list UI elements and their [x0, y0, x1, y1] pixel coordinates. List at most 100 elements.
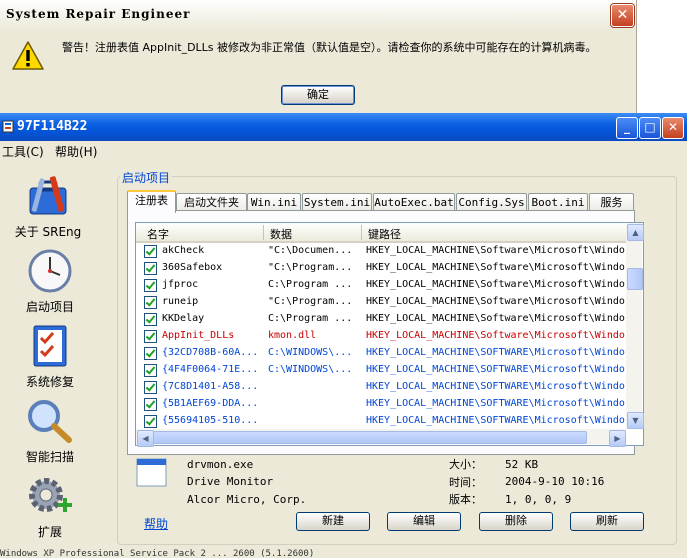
row-checkbox[interactable]	[144, 415, 157, 428]
row-checkbox[interactable]	[144, 313, 157, 326]
sidebar-item-startup[interactable]: 启动项目	[10, 248, 90, 314]
row-path: HKEY_LOCAL_MACHINE\SOFTWARE\Microsoft\Wi…	[366, 398, 628, 409]
refresh-button[interactable]: 刷新	[570, 512, 644, 531]
edit-button[interactable]: 编辑	[387, 512, 461, 531]
row-checkbox[interactable]	[144, 364, 157, 377]
maximize-icon[interactable]: □	[639, 117, 661, 139]
column-header-data[interactable]: 数据	[270, 226, 292, 242]
horizontal-scroll-thumb[interactable]	[153, 431, 587, 444]
row-path: HKEY_LOCAL_MACHINE\Software\Microsoft\Wi…	[366, 245, 628, 256]
sidebar-item-repair[interactable]: 系统修复	[10, 322, 90, 389]
status-text: Windows XP Professional Service Pack 2 .…	[0, 549, 315, 558]
row-path: HKEY_LOCAL_MACHINE\Software\Microsoft\Wi…	[366, 330, 628, 341]
sidebar-item-extend[interactable]: 扩展	[10, 473, 90, 539]
time-value: 2004-9-10 10:16	[505, 475, 605, 488]
app-icon	[2, 120, 14, 133]
row-checkbox[interactable]	[144, 381, 157, 394]
sidebar-item-about[interactable]: 关于 SREng	[8, 172, 88, 240]
magnifier-icon	[28, 400, 72, 443]
row-name: runeip	[162, 296, 199, 307]
table-row[interactable]: {4F4F0064-71E... C:\WINDOWS\... HKEY_LOCAL…	[136, 362, 628, 379]
sidebar-label-extend: 扩展	[37, 525, 62, 539]
row-name: akCheck	[162, 245, 205, 256]
table-row[interactable]: jfproc C:\Program ... HKEY_LOCAL_MACHINE\S…	[136, 277, 628, 294]
table-row[interactable]: {5B1AEF69-DDA... HKEY_LOCAL_MACHINE\SOFTW…	[136, 396, 628, 413]
row-checkbox[interactable]	[144, 347, 157, 360]
row-path: HKEY_LOCAL_MACHINE\SOFTWARE\Microsoft\Wi…	[366, 347, 628, 358]
row-path: HKEY_LOCAL_MACHINE\SOFTWARE\Microsoft\Wi…	[366, 381, 628, 392]
menu-bar	[0, 141, 687, 159]
menu-tools[interactable]: 工具(C)	[2, 143, 44, 160]
tab-autoexec-bat[interactable]: AutoExec.bat	[373, 193, 455, 211]
row-checkbox[interactable]	[144, 398, 157, 411]
alert-close-icon[interactable]: ✕	[611, 4, 634, 27]
tab-config-sys[interactable]: Config.Sys	[456, 193, 527, 211]
row-checkbox[interactable]	[144, 245, 157, 258]
table-row[interactable]: akCheck "C:\Documen... HKEY_LOCAL_MACHINE\…	[136, 243, 628, 260]
row-data: C:\Program ...	[268, 279, 353, 290]
row-name: {7C8D1401-A58...	[162, 381, 259, 392]
row-checkbox[interactable]	[144, 262, 157, 275]
row-path: HKEY_LOCAL_MACHINE\Software\Microsoft\Wi…	[366, 262, 628, 273]
close-icon[interactable]: ✕	[662, 117, 684, 139]
window-title: 97F114B22	[17, 119, 88, 134]
table-row[interactable]: runeip "C:\Program... HKEY_LOCAL_MACHINE\S…	[136, 294, 628, 311]
minimize-icon[interactable]: _	[616, 117, 638, 139]
ok-button[interactable]: 确定	[281, 85, 355, 105]
scroll-up-icon[interactable]: ▲	[627, 224, 644, 241]
tab-win-ini[interactable]: Win.ini	[247, 193, 301, 211]
column-header-path[interactable]: 键路径	[368, 226, 401, 242]
table-row[interactable]: {7C8D1401-A58... HKEY_LOCAL_MACHINE\SOFTW…	[136, 379, 628, 396]
row-name: {5B1AEF69-DDA...	[162, 398, 259, 409]
detail-description: Drive Monitor	[187, 475, 274, 488]
row-name: KKDelay	[162, 313, 205, 324]
tab-services[interactable]: 服务	[589, 193, 634, 211]
sidebar-label-repair: 系统修复	[25, 375, 74, 389]
row-data: "C:\Program...	[268, 296, 353, 307]
sidebar-label-startup: 启动项目	[25, 300, 74, 314]
new-button[interactable]: 新建	[296, 512, 370, 531]
row-path: HKEY_LOCAL_MACHINE\SOFTWARE\Microsoft\Wi…	[366, 364, 628, 375]
scroll-left-icon[interactable]: ◀	[137, 430, 154, 447]
tab-system-ini[interactable]: System.ini	[302, 193, 372, 211]
scroll-down-icon[interactable]: ▼	[627, 412, 644, 429]
checklist-icon	[33, 325, 67, 367]
table-row[interactable]: KKDelay C:\Program ... HKEY_LOCAL_MACHINE\…	[136, 311, 628, 328]
column-separator[interactable]	[361, 225, 362, 240]
row-path: HKEY_LOCAL_MACHINE\Software\Microsoft\Wi…	[366, 296, 628, 307]
table-row[interactable]: {32CD708B-60A... C:\WINDOWS\... HKEY_LOCAL…	[136, 345, 628, 362]
main-titlebar	[0, 113, 687, 141]
row-name: {32CD708B-60A...	[162, 347, 259, 358]
tab-registry[interactable]: 注册表	[127, 190, 176, 213]
group-title: 启动项目	[120, 169, 173, 186]
table-row[interactable]: AppInit_DLLs kmon.dll HKEY_LOCAL_MACHINE\S…	[136, 328, 628, 345]
alert-title: System Repair Engineer	[6, 7, 191, 21]
tab-startup-folder[interactable]: 启动文件夹	[176, 193, 247, 211]
column-header-name[interactable]: 名字	[147, 226, 169, 242]
delete-button[interactable]: 删除	[479, 512, 553, 531]
row-data: "C:\Documen...	[268, 245, 353, 256]
row-name: 360Safebox	[162, 262, 223, 273]
row-checkbox[interactable]	[144, 279, 157, 292]
column-separator[interactable]	[263, 225, 264, 240]
sidebar-item-scan[interactable]: 智能扫描	[10, 398, 90, 464]
sidebar-label-scan: 智能扫描	[25, 450, 74, 464]
clock-icon	[28, 249, 72, 293]
vertical-scroll-thumb[interactable]	[627, 268, 643, 290]
row-checkbox[interactable]	[144, 330, 157, 343]
row-name: AppInit_DLLs	[162, 330, 235, 341]
menu-help[interactable]: 帮助(H)	[55, 143, 97, 160]
gear-plus-icon	[29, 478, 72, 512]
help-link[interactable]: 帮助	[144, 515, 168, 532]
table-row[interactable]: 360Safebox "C:\Program... HKEY_LOCAL_MACHI…	[136, 260, 628, 277]
version-value: 1, 0, 0, 9	[505, 493, 572, 506]
tab-boot-ini[interactable]: Boot.ini	[528, 193, 588, 211]
row-data: C:\WINDOWS\...	[268, 364, 353, 375]
warning-icon	[12, 41, 44, 70]
row-checkbox[interactable]	[144, 296, 157, 309]
toolbox-icon	[29, 176, 67, 215]
table-row[interactable]: {55694105-510... HKEY_LOCAL_MACHINE\SOFTW…	[136, 413, 628, 430]
detail-file: drvmon.exe	[187, 458, 254, 471]
vertical-scrollbar[interactable]	[626, 223, 642, 429]
scroll-right-icon[interactable]: ▶	[609, 430, 626, 447]
